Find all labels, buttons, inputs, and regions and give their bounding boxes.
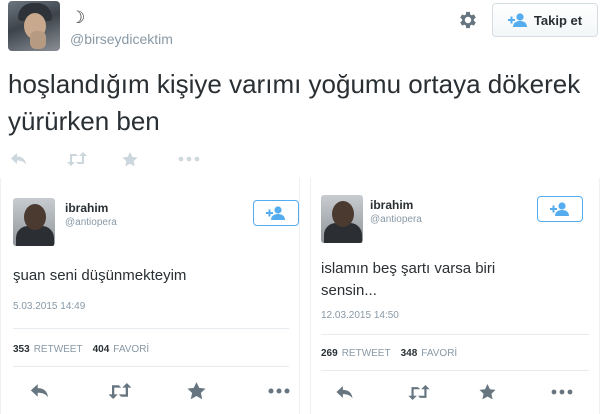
user-name[interactable]: ibrahim: [370, 198, 413, 212]
tweet-actions: [335, 384, 573, 400]
reply-icon[interactable]: [29, 383, 107, 399]
avatar[interactable]: [321, 195, 363, 243]
favorite-label: FAVORİ: [113, 344, 150, 355]
embedded-tweet: ibrahim @antiopera şuan seni düşünmektey…: [0, 178, 300, 414]
user-handle[interactable]: @antiopera: [370, 214, 422, 225]
retweet-label: RETWEET: [341, 348, 391, 359]
more-icon[interactable]: [551, 389, 573, 395]
retweet-icon[interactable]: [66, 150, 122, 168]
user-name[interactable]: ☽: [70, 8, 85, 28]
favorite-count: 348: [400, 348, 418, 359]
divider: [321, 334, 589, 335]
follow-button[interactable]: [253, 200, 299, 226]
favorite-icon[interactable]: [187, 382, 267, 400]
retweet-count: 353: [13, 344, 30, 355]
divider: [321, 370, 589, 371]
tweet-text: şuan seni düşünmekteyim: [13, 267, 187, 284]
tweet-text: islamın beş şartı varsa biri sensin...: [321, 260, 496, 299]
divider: [13, 328, 289, 329]
divider: [13, 366, 289, 367]
avatar[interactable]: [13, 198, 55, 246]
retweet-icon[interactable]: [107, 383, 187, 399]
retweet-icon[interactable]: [407, 384, 479, 400]
reply-icon[interactable]: [10, 150, 66, 168]
favorite-label: FAVORİ: [421, 348, 458, 359]
follow-button[interactable]: Takip et: [492, 3, 598, 37]
add-user-icon: [507, 13, 528, 27]
embedded-tweet: ibrahim @antiopera islamın beş şartı var…: [310, 178, 600, 414]
tweet-actions: [10, 150, 234, 168]
tweet-stats: 353 RETWEET 404 FAVORİ: [13, 344, 149, 355]
gear-icon[interactable]: [457, 9, 479, 31]
follow-button-label: Takip et: [533, 12, 583, 28]
user-handle[interactable]: @birseydicektim: [70, 31, 173, 47]
follow-button[interactable]: [537, 196, 583, 222]
tweet-actions: [29, 382, 291, 400]
add-user-icon: [265, 206, 287, 220]
reply-icon[interactable]: [335, 385, 407, 400]
add-user-icon: [549, 202, 571, 216]
retweet-label: RETWEET: [33, 344, 83, 355]
more-icon[interactable]: [267, 388, 291, 394]
user-handle[interactable]: @antiopera: [65, 217, 117, 228]
avatar[interactable]: [8, 1, 60, 51]
tweet-text: hoşlandığım kişiye varımı yoğumu ortaya …: [8, 69, 581, 136]
tweet-date: 12.03.2015 14:50: [321, 310, 399, 321]
favorite-icon[interactable]: [122, 150, 178, 168]
favorite-count: 404: [92, 344, 110, 355]
more-icon[interactable]: [178, 150, 234, 168]
favorite-icon[interactable]: [479, 384, 551, 400]
user-name[interactable]: ibrahim: [65, 201, 108, 215]
tweet-stats: 269 RETWEET 348 FAVORİ: [321, 348, 457, 359]
retweet-count: 269: [321, 348, 338, 359]
tweet-date: 5.03.2015 14:49: [13, 301, 86, 312]
